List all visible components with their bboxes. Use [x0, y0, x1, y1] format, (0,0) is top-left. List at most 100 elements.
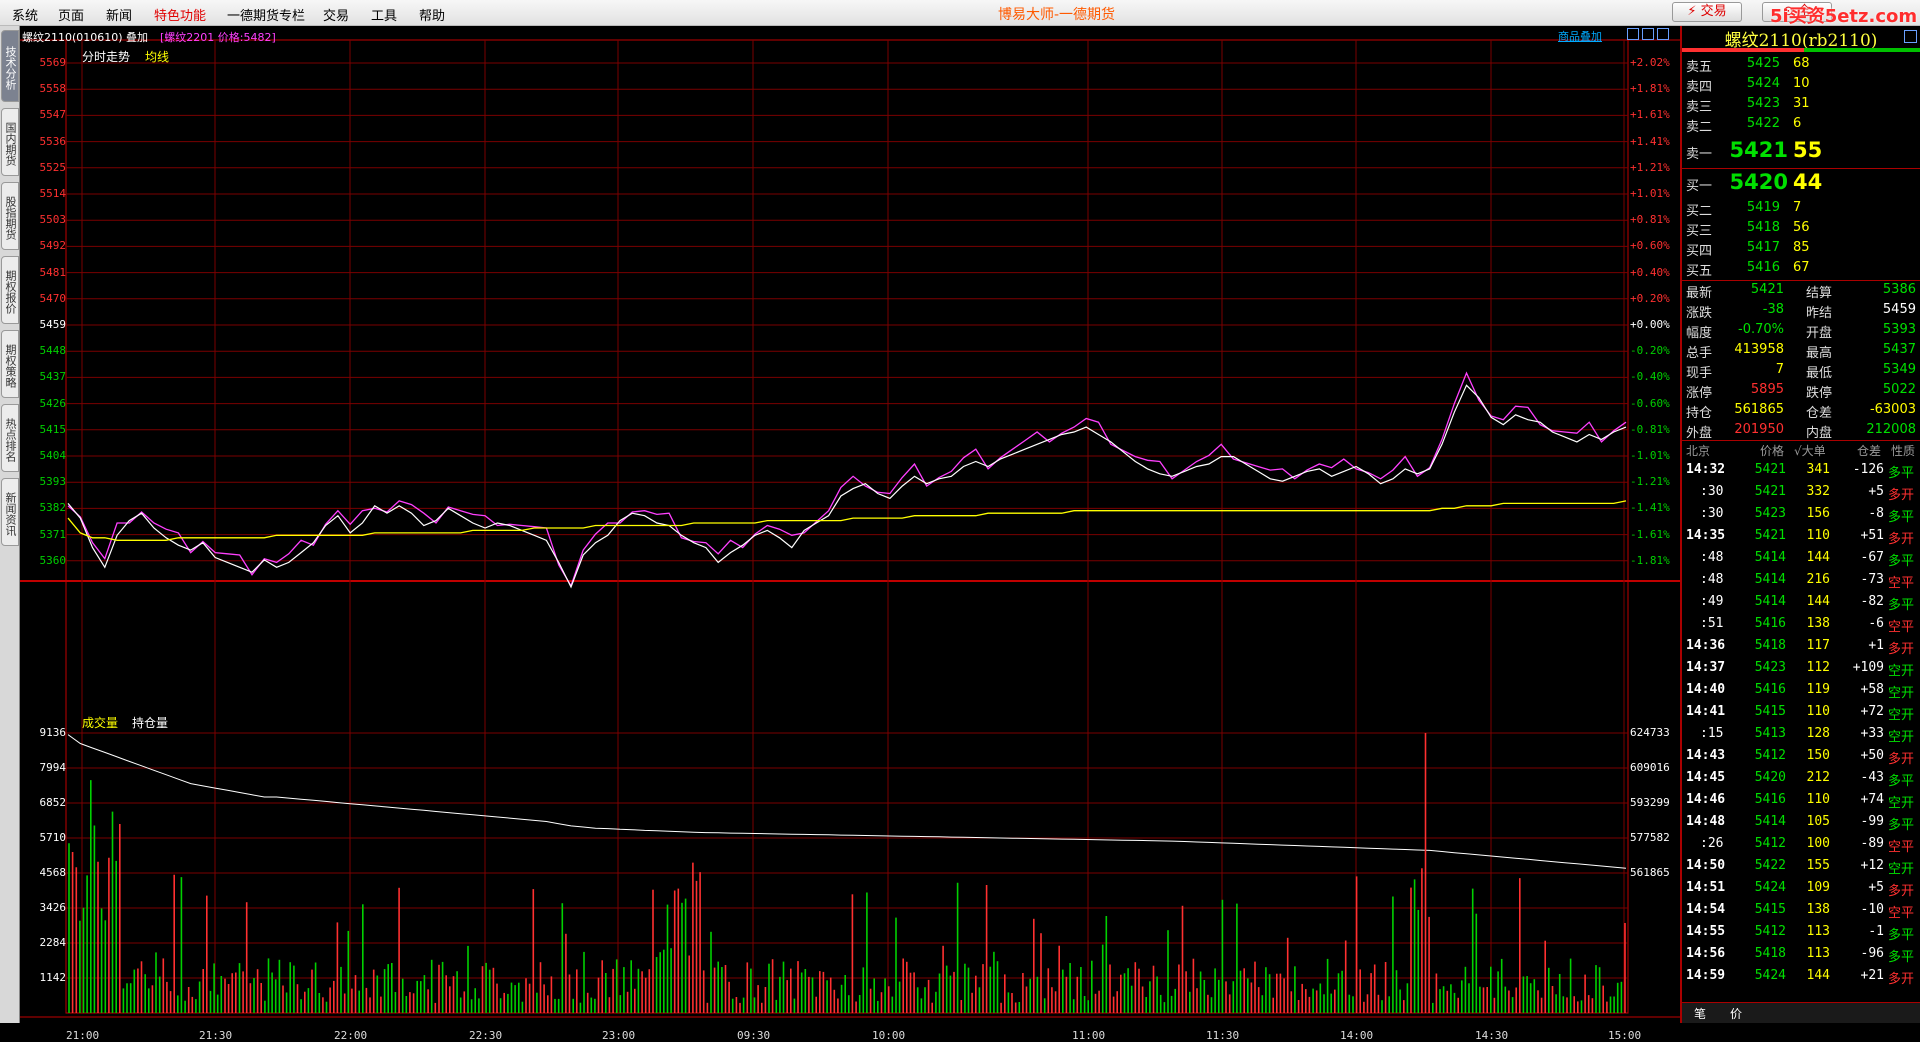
tick-nature: 多平 — [1888, 554, 1915, 569]
time-axis-label: 10:00 — [872, 1029, 906, 1042]
tick-volume: 144 — [1806, 550, 1830, 565]
tick-oi-change: +109 — [1852, 660, 1884, 675]
percent-axis-label: -0.81% — [1630, 422, 1670, 436]
tab-price-distribution[interactable]: 价 — [1730, 1005, 1742, 1022]
overlay-info: [螺纹2201 价格:5482] — [160, 31, 276, 44]
tick-volume: 113 — [1806, 924, 1830, 939]
panel-restore-icon[interactable] — [1904, 30, 1917, 43]
tab-ticks[interactable]: 笔 — [1694, 1005, 1706, 1022]
tick-price: 5422 — [1754, 858, 1786, 873]
tick-header-time: 北京 — [1686, 444, 1711, 458]
tick-nature: 多开 — [1888, 884, 1915, 899]
tick-time: 14:40 — [1686, 682, 1726, 697]
oi-axis-label: 577582 — [1630, 831, 1670, 844]
tick-table-header: 北京 价格 √大单 仓差 性质 — [1682, 442, 1920, 460]
overlay-commodity-button[interactable]: 商品叠加 — [1558, 28, 1602, 44]
price-axis-label: 5503 — [39, 213, 67, 227]
window-close-icon[interactable] — [1657, 28, 1669, 40]
price-axis-label: 5404 — [39, 449, 67, 462]
stat-label: 涨跌 — [1686, 306, 1713, 321]
tick-nature: 空开 — [1888, 796, 1915, 811]
tick-nature: 空开 — [1888, 686, 1915, 701]
time-axis-label: 22:30 — [469, 1029, 503, 1042]
tick-time: :15 — [1700, 726, 1724, 741]
tick-oi-change: -126 — [1852, 462, 1884, 477]
tick-row: :49 5414 144 -82 多平 — [1682, 594, 1920, 614]
quote-stat-row: 最新 5421 结算 5386 — [1682, 282, 1920, 302]
price-axis-label: 5448 — [39, 344, 67, 358]
bid-level-1: 买一 5420 44 — [1682, 170, 1920, 198]
tick-price: 5424 — [1754, 968, 1786, 983]
menu-help[interactable]: 帮助 — [419, 5, 445, 24]
price-axis-label: 5360 — [39, 553, 67, 567]
ask-level-5: 卖五 5425 68 — [1682, 56, 1920, 76]
bid-level-name: 买二 — [1686, 204, 1713, 219]
menu-futures-column[interactable]: 一德期货专栏 — [227, 5, 305, 24]
bid-volume: 56 — [1793, 220, 1810, 235]
ask-level-name: 卖五 — [1686, 60, 1713, 75]
percent-axis-label: -1.21% — [1630, 475, 1670, 489]
price-axis-label: 5382 — [39, 501, 67, 515]
tick-row: :48 5414 144 -67 多平 — [1682, 550, 1920, 570]
overlay-label: 叠加 — [126, 31, 148, 44]
stat-label: 结算 — [1806, 286, 1833, 301]
menu-system[interactable]: 系统 — [12, 5, 38, 24]
tick-price: 5412 — [1754, 836, 1786, 851]
tick-row: 14:50 5422 155 +12 空开 — [1682, 858, 1920, 878]
menu-tools[interactable]: 工具 — [371, 5, 397, 24]
tick-row: :26 5412 100 -89 空平 — [1682, 836, 1920, 856]
ask-price: 5425 — [1746, 56, 1780, 71]
menu-trade[interactable]: 交易 — [323, 5, 349, 24]
window-restore-icon[interactable] — [1642, 28, 1654, 40]
trade-button[interactable]: ⚡ 交易 — [1672, 2, 1742, 22]
ask-level-name: 卖一 — [1686, 147, 1713, 162]
bid-price: 5417 — [1746, 240, 1780, 255]
tick-row: 14:41 5415 110 +72 空开 — [1682, 704, 1920, 724]
oi-axis-label: 609016 — [1630, 761, 1670, 774]
tick-price: 5424 — [1754, 880, 1786, 895]
stat-label: 外盘 — [1686, 426, 1713, 441]
tick-time: :48 — [1700, 572, 1724, 587]
tick-price: 5418 — [1754, 946, 1786, 961]
tick-volume: 138 — [1806, 616, 1830, 631]
tick-header-bigorder[interactable]: √大单 — [1794, 442, 1826, 459]
tick-row: :51 5416 138 -6 空平 — [1682, 616, 1920, 636]
tick-time: 14:35 — [1686, 528, 1726, 543]
tick-row: :15 5413 128 +33 空开 — [1682, 726, 1920, 746]
menu-news[interactable]: 新闻 — [106, 5, 132, 24]
tick-volume: 105 — [1806, 814, 1830, 829]
tick-row: 14:40 5416 119 +58 空开 — [1682, 682, 1920, 702]
tab-option-strategy[interactable]: 期权策略 — [1, 330, 19, 398]
tick-time: 14:46 — [1686, 792, 1726, 807]
stat-label: 幅度 — [1686, 326, 1713, 341]
time-axis-label: 21:00 — [66, 1029, 100, 1042]
price-axis-label: 5558 — [39, 82, 67, 96]
stat-value: 5459 — [1882, 302, 1916, 317]
tick-price: 5416 — [1754, 616, 1786, 631]
stat-label: 内盘 — [1806, 426, 1833, 441]
percent-axis-label: +0.40% — [1630, 265, 1670, 279]
bid-level-4: 买四 5417 85 — [1682, 240, 1920, 260]
menu-special-features[interactable]: 特色功能 — [154, 5, 206, 24]
price-series-label: 分时走势 — [82, 50, 131, 64]
quote-stat-row: 涨停 5895 跌停 5022 — [1682, 382, 1920, 402]
time-axis-label: 15:00 — [1608, 1029, 1642, 1042]
quote-stat-row: 幅度 -0.70% 开盘 5393 — [1682, 322, 1920, 342]
price-axis-label: 5437 — [39, 370, 67, 384]
tick-time: 14:59 — [1686, 968, 1726, 983]
time-axis-label: 09:30 — [737, 1029, 771, 1042]
tick-row: 14:36 5418 117 +1 多开 — [1682, 638, 1920, 658]
time-axis-label: 11:00 — [1072, 1029, 1106, 1042]
tick-row: :48 5414 216 -73 空平 — [1682, 572, 1920, 592]
tick-volume: 117 — [1806, 638, 1830, 653]
stat-value: 5437 — [1882, 342, 1916, 357]
stat-value: 5895 — [1750, 382, 1784, 397]
ask-price: 5421 — [1729, 138, 1788, 162]
percent-axis-label: -1.41% — [1630, 501, 1670, 515]
bid-level-name: 买五 — [1686, 264, 1713, 279]
tick-price: 5416 — [1754, 682, 1786, 697]
window-minimize-icon[interactable] — [1627, 28, 1639, 40]
tick-nature: 空开 — [1888, 862, 1915, 877]
percent-axis-label: +1.21% — [1630, 160, 1670, 174]
menu-page[interactable]: 页面 — [58, 5, 84, 24]
